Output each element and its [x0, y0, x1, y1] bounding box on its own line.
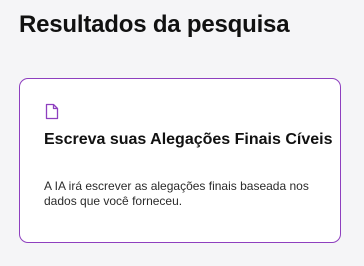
result-card-description: A IA irá escrever as alegações finais ba…: [44, 179, 309, 208]
page-title: Resultados da pesquisa: [19, 11, 290, 38]
result-card-title: Escreva suas Alegações Finais Cíveis: [44, 131, 333, 148]
search-results-page: Resultados da pesquisa Escreva suas Aleg…: [0, 0, 364, 266]
document-icon: [45, 103, 59, 120]
result-card[interactable]: Escreva suas Alegações Finais Cíveis A I…: [19, 78, 341, 243]
